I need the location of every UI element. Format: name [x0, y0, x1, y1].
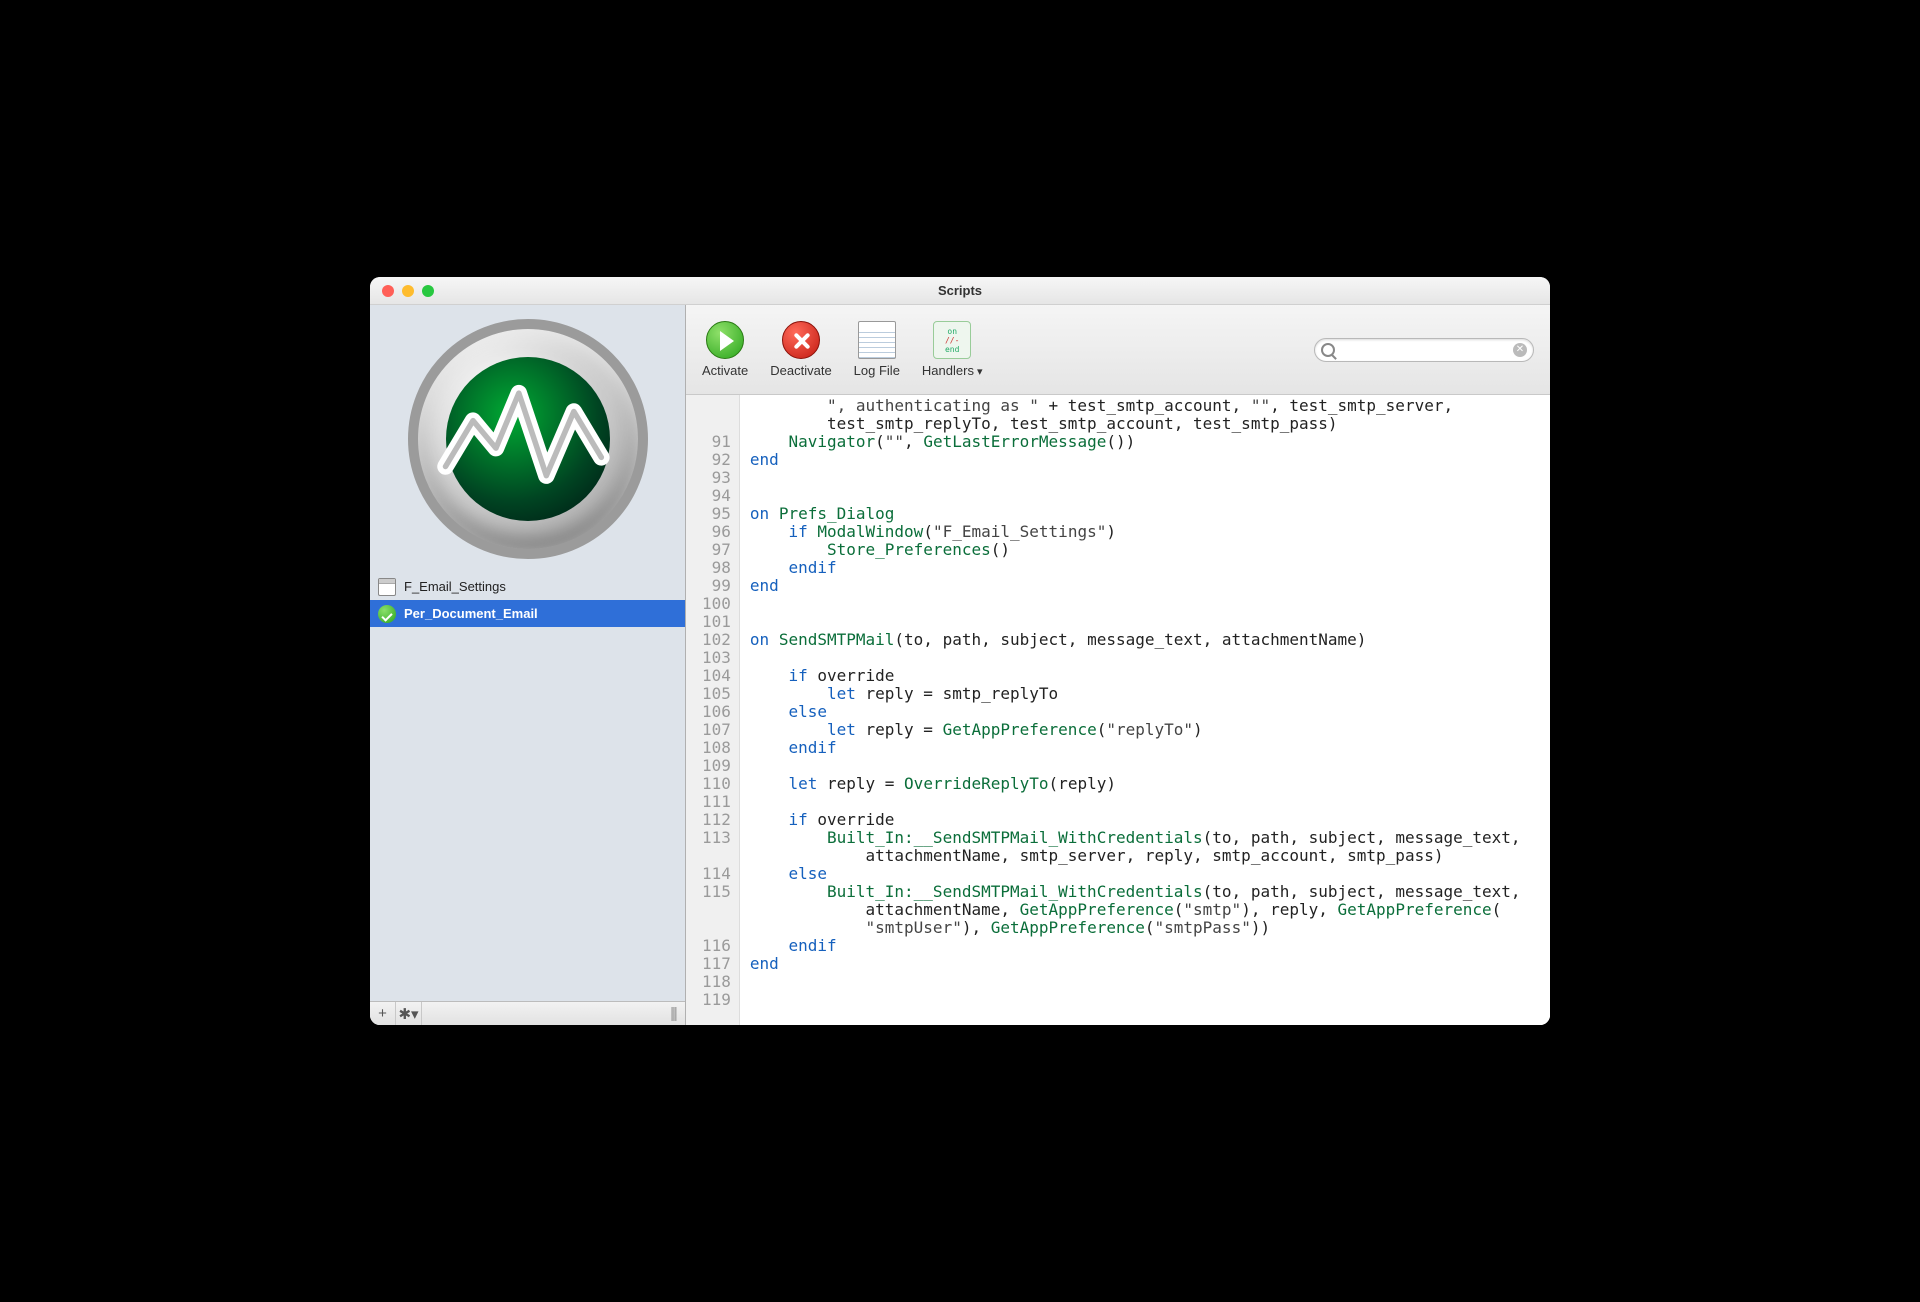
sidebar: F_Email_Settings Per_Document_Email + ✱▾ …	[370, 305, 686, 1025]
logfile-label: Log File	[854, 363, 900, 378]
window-body: F_Email_Settings Per_Document_Email + ✱▾ …	[370, 305, 1550, 1025]
window-icon	[378, 578, 396, 596]
close-icon[interactable]	[382, 285, 394, 297]
deactivate-label: Deactivate	[770, 363, 831, 378]
gear-button[interactable]: ✱▾	[396, 1002, 422, 1025]
clear-search-icon[interactable]: ✕	[1513, 343, 1527, 357]
window-title: Scripts	[370, 283, 1550, 298]
deactivate-button[interactable]: Deactivate	[770, 321, 831, 378]
logfile-button[interactable]: Log File	[854, 321, 900, 378]
search-input[interactable]	[1339, 343, 1513, 357]
list-item[interactable]: Per_Document_Email	[370, 600, 685, 627]
list-item-label: Per_Document_Email	[404, 606, 538, 621]
app-logo-icon	[408, 319, 648, 559]
search-field[interactable]: ✕	[1314, 338, 1534, 362]
line-gutter: 91 92 93 94 95 96 97 98 99 100 101 102 1…	[686, 395, 740, 1025]
titlebar[interactable]: Scripts	[370, 277, 1550, 305]
code-area[interactable]: ", authenticating as " + test_smtp_accou…	[740, 395, 1550, 1025]
code-editor[interactable]: 91 92 93 94 95 96 97 98 99 100 101 102 1…	[686, 395, 1550, 1025]
check-icon	[378, 605, 396, 623]
handlers-button[interactable]: on//-end Handlers	[922, 321, 983, 378]
app-logo	[370, 305, 685, 567]
handlers-icon: on//-end	[933, 321, 971, 359]
handlers-label: Handlers	[922, 363, 983, 378]
stop-icon	[782, 321, 820, 359]
list-item[interactable]: F_Email_Settings	[370, 573, 685, 600]
minimize-icon[interactable]	[402, 285, 414, 297]
activate-button[interactable]: Activate	[702, 321, 748, 378]
toolbar: Activate Deactivate Log File on//-end Ha…	[686, 305, 1550, 395]
play-icon	[706, 321, 744, 359]
list-item-label: F_Email_Settings	[404, 579, 506, 594]
activate-label: Activate	[702, 363, 748, 378]
add-button[interactable]: +	[370, 1002, 396, 1025]
resize-grip-icon[interactable]: |||	[661, 1005, 685, 1022]
scripts-window: Scripts F_Email_Settings Per_Document_Ema…	[370, 277, 1550, 1025]
search-icon	[1321, 343, 1335, 357]
traffic-lights	[370, 285, 434, 297]
main-panel: Activate Deactivate Log File on//-end Ha…	[686, 305, 1550, 1025]
scripts-list[interactable]: F_Email_Settings Per_Document_Email	[370, 573, 685, 1001]
sidebar-footer: + ✱▾ |||	[370, 1001, 685, 1025]
zoom-icon[interactable]	[422, 285, 434, 297]
logfile-icon	[858, 321, 896, 359]
